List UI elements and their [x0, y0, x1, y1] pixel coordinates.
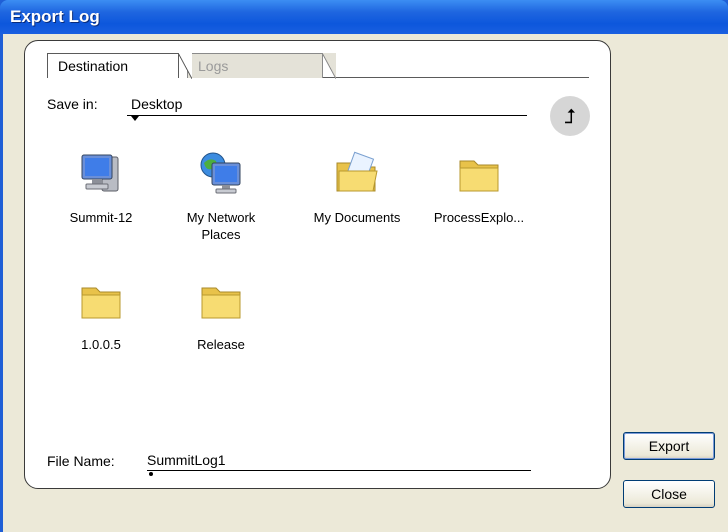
export-log-dialog: Export Log Destination Logs Save in: Des…	[0, 0, 728, 532]
file-item-1005[interactable]: 1.0.0.5	[48, 278, 154, 353]
item-label: ProcessExplo...	[433, 210, 525, 225]
file-item-processexplorer[interactable]: ProcessExplo...	[426, 151, 532, 226]
dropdown-arrow-icon[interactable]	[131, 116, 139, 121]
export-button[interactable]: Export	[623, 432, 715, 460]
close-button[interactable]: Close	[623, 480, 715, 508]
file-name-input[interactable]: SummitLog1	[147, 448, 531, 476]
file-name-label: File Name:	[47, 453, 115, 469]
file-name-value: SummitLog1	[147, 452, 226, 468]
save-in-label: Save in:	[47, 96, 98, 112]
item-label: My Documents	[313, 210, 401, 225]
tab-logs[interactable]: Logs	[187, 53, 336, 79]
save-in-dropdown[interactable]: Desktop	[127, 93, 527, 121]
item-label: 1.0.0.5	[81, 337, 121, 352]
window-title: Export Log	[10, 7, 100, 26]
file-item-my-documents[interactable]: My Documents	[304, 151, 410, 226]
text-caret	[149, 472, 153, 476]
file-item-computer[interactable]: Summit-12	[48, 151, 154, 226]
tab-destination-label: Destination	[58, 58, 129, 74]
item-label: Summit-12	[69, 210, 133, 225]
file-item-release[interactable]: Release	[168, 278, 274, 353]
network-places-icon	[200, 152, 241, 194]
folder-icon	[81, 287, 121, 319]
tab-divider	[323, 77, 589, 78]
my-documents-icon	[336, 151, 378, 192]
tab-destination[interactable]: Destination	[47, 53, 192, 79]
title-bar[interactable]: Export Log	[0, 0, 728, 34]
computer-icon	[81, 154, 119, 192]
up-arrow-icon: ⮥	[564, 104, 576, 128]
destination-panel: Destination Logs Save in: Desktop ⮥ Summ…	[24, 40, 611, 489]
save-in-value: Desktop	[131, 96, 183, 112]
item-label: My Network Places	[186, 210, 256, 242]
tab-strip: Destination Logs	[47, 53, 589, 79]
file-item-network-places[interactable]: My Network Places	[168, 151, 274, 243]
tab-logs-label: Logs	[198, 58, 229, 74]
folder-icon	[459, 160, 499, 192]
up-folder-button[interactable]: ⮥	[550, 96, 590, 136]
item-label: Release	[197, 337, 245, 352]
folder-icon	[201, 287, 241, 319]
